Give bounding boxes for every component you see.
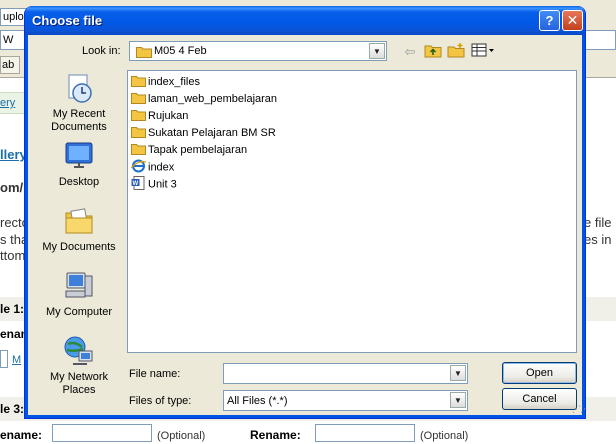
folder-icon — [131, 125, 146, 141]
new-folder-icon[interactable] — [446, 43, 466, 61]
list-item-file[interactable]: W Unit 3 — [131, 176, 177, 192]
list-item-file[interactable]: index — [130, 159, 175, 176]
place-label-network-places: My Network Places — [49, 371, 109, 396]
folder-icon — [131, 91, 146, 107]
views-menu-icon[interactable] — [470, 43, 496, 61]
rename-left-label: ename: — [0, 428, 43, 442]
folder-icon — [131, 108, 146, 124]
place-label-my-documents: My Documents — [42, 241, 116, 253]
file-1-link[interactable]: M — [12, 354, 21, 366]
close-button[interactable]: ✕ — [562, 10, 583, 31]
place-my-computer[interactable]: My Computer — [33, 270, 125, 319]
list-item-folder[interactable]: laman_web_pembelajaran — [131, 91, 277, 107]
file-name: Tapak pembelajaran — [148, 144, 248, 156]
optional-right: (Optional) — [420, 430, 469, 442]
my-documents-icon — [63, 205, 95, 237]
network-places-icon — [63, 335, 95, 367]
gallery-link[interactable]: ery — [0, 97, 15, 109]
up-folder-icon[interactable] — [423, 43, 443, 61]
file-name-input[interactable] — [226, 365, 446, 382]
look-in-value: M05 4 Feb — [154, 45, 207, 57]
folder-icon — [136, 45, 152, 61]
place-my-documents[interactable]: My Documents — [33, 205, 125, 254]
back-icon[interactable]: ⇦ — [400, 43, 420, 61]
file-name: Rujukan — [148, 110, 189, 122]
files-of-type-dropdown[interactable]: All Files (*.*) ▼ — [223, 390, 468, 411]
place-desktop[interactable]: Desktop — [33, 140, 125, 189]
files-of-type-value: All Files (*.*) — [227, 395, 288, 407]
chevron-down-icon[interactable]: ▼ — [450, 392, 466, 408]
file-name: index — [148, 161, 175, 174]
file-3-label: le 3: — [0, 402, 25, 416]
list-item-folder[interactable]: Rujukan — [131, 108, 188, 124]
files-of-type-label: Files of type: — [129, 395, 192, 407]
folder-icon — [131, 142, 146, 158]
resize-grip-icon[interactable]: ⋰⋰ — [572, 404, 585, 415]
chevron-down-icon[interactable]: ▼ — [369, 43, 385, 59]
rename-left-input[interactable] — [52, 424, 152, 442]
word-document-icon: W — [131, 176, 146, 193]
list-item-folder[interactable]: Sukatan Pelajaran BM SR — [131, 125, 276, 141]
choose-file-dialog: Choose file ? ✕ Look in: M05 4 Feb ▼ ⇦ M… — [24, 6, 586, 419]
svg-text:W: W — [133, 181, 139, 187]
recent-documents-icon — [63, 72, 95, 104]
places-bar: My Recent Documents Desktop My Documents… — [33, 70, 125, 408]
place-label-desktop: Desktop — [58, 176, 100, 188]
help-button[interactable]: ? — [539, 10, 560, 31]
url-text: om/ — [0, 180, 24, 195]
look-in-label: Look in: — [82, 45, 121, 57]
optional-left: (Optional) — [157, 430, 206, 442]
internet-explorer-icon — [130, 159, 147, 176]
file-1-label: le 1: — [0, 302, 25, 316]
place-label-my-computer: My Computer — [45, 306, 113, 318]
file-name: Sukatan Pelajaran BM SR — [148, 127, 276, 139]
desktop-icon — [63, 140, 95, 172]
browser-tab[interactable]: ab — [0, 56, 20, 74]
file-name-label: File name: — [129, 368, 181, 380]
file-name: Unit 3 — [148, 178, 177, 191]
file-name-combo[interactable]: ▼ — [223, 363, 468, 384]
place-network-places[interactable]: My Network Places — [33, 335, 125, 397]
description-line-3: ttom — [0, 248, 26, 263]
file-name: laman_web_pembelajaran — [148, 93, 278, 105]
file-name: index_files — [148, 76, 200, 88]
description-right-1: e file — [584, 215, 612, 230]
chevron-down-icon[interactable]: ▼ — [450, 365, 466, 381]
rename-right-label: Rename: — [250, 428, 301, 442]
place-recent-documents[interactable]: My Recent Documents — [33, 72, 125, 134]
list-item-folder[interactable]: index_files — [131, 74, 200, 90]
folder-icon — [131, 74, 146, 90]
place-label-recent: My Recent Documents — [51, 108, 107, 133]
cancel-button[interactable]: Cancel — [502, 388, 577, 410]
browser-address-right — [582, 30, 616, 50]
dialog-title: Choose file — [32, 13, 103, 28]
dialog-titlebar[interactable]: Choose file ? ✕ — [25, 6, 585, 35]
description-right-2: es in — [584, 232, 612, 247]
file-1-input[interactable] — [0, 350, 8, 368]
my-computer-icon — [63, 270, 95, 302]
list-item-folder[interactable]: Tapak pembelajaran — [131, 142, 247, 158]
look-in-dropdown[interactable]: M05 4 Feb ▼ — [129, 41, 387, 61]
file-list[interactable]: index_files laman_web_pembelajaran Rujuk… — [127, 70, 577, 353]
rename-right-input[interactable] — [315, 424, 415, 442]
open-button[interactable]: Open — [502, 362, 577, 384]
